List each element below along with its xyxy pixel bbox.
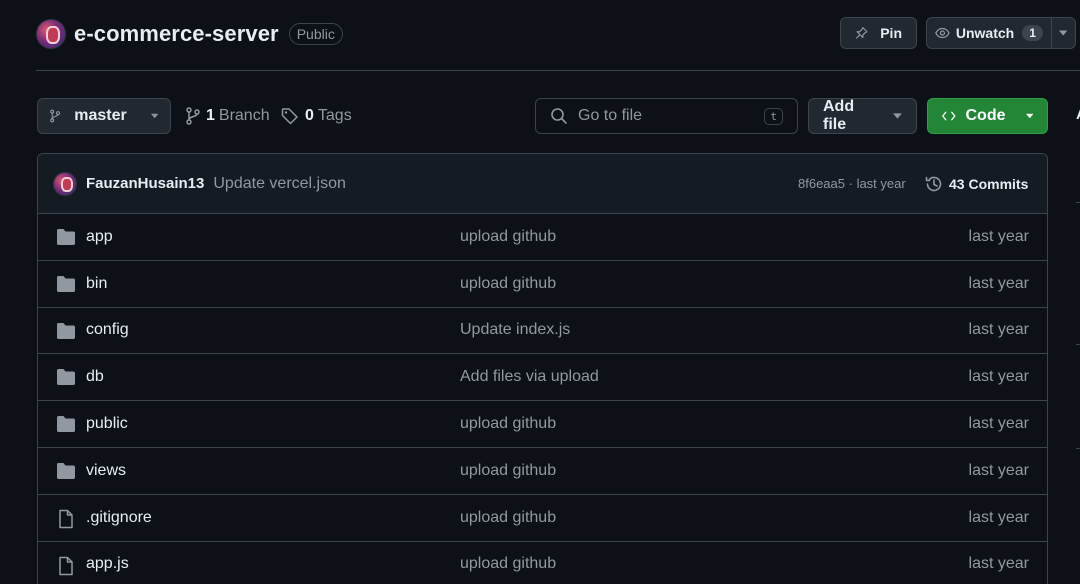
table-row[interactable]: app upload github last year <box>38 214 1047 261</box>
watch-divider <box>1050 18 1052 48</box>
branch-count: 1 <box>206 107 215 124</box>
sidebar-divider <box>1076 202 1080 203</box>
add-file-button[interactable]: Add file <box>808 98 917 134</box>
add-file-label: Add file <box>823 98 855 133</box>
commit-author[interactable]: FauzanHusain13 <box>86 175 204 192</box>
folder-icon <box>57 275 75 292</box>
file-name[interactable]: app <box>86 228 113 246</box>
file-name[interactable]: bin <box>86 275 107 293</box>
file-list: FauzanHusain13 Update vercel.json 8f6eaa… <box>37 153 1048 584</box>
sidebar-divider <box>1076 448 1080 449</box>
branch-label: Branch <box>218 107 270 124</box>
folder-icon <box>57 322 75 339</box>
file-commit-message[interactable]: upload github <box>460 555 556 573</box>
file-commit-message[interactable]: upload github <box>460 415 556 433</box>
file-commit-message[interactable]: upload github <box>460 275 556 293</box>
file-icon <box>59 509 73 529</box>
file-name[interactable]: public <box>86 415 128 433</box>
keyboard-shortcut-hint: t <box>764 107 783 125</box>
table-row[interactable]: app.js upload github last year <box>38 542 1047 584</box>
file-commit-message[interactable]: upload github <box>460 509 556 527</box>
commit-time: last year <box>856 176 906 191</box>
file-date: last year <box>968 227 1029 245</box>
commit-hash[interactable]: 8f6eaa5 <box>798 176 845 191</box>
branch-selector[interactable]: master <box>37 98 171 134</box>
search-icon <box>551 108 567 124</box>
tag-icon <box>281 108 298 125</box>
code-button[interactable]: Code <box>927 98 1048 134</box>
code-icon <box>942 111 956 121</box>
commits-link[interactable]: 43 Commits <box>925 175 1028 193</box>
file-name[interactable]: .gitignore <box>86 509 152 527</box>
go-to-file-placeholder: Go to file <box>578 107 643 124</box>
table-row[interactable]: db Add files via upload last year <box>38 354 1047 402</box>
file-icon <box>59 556 73 575</box>
watch-label: Unwatch <box>955 25 1015 41</box>
folder-icon <box>57 416 75 433</box>
folder-icon <box>57 462 75 479</box>
branch-name: master <box>74 107 127 124</box>
file-name[interactable]: config <box>86 321 129 339</box>
file-date: last year <box>968 415 1029 433</box>
sidebar-heading-fragment: A <box>1076 106 1080 123</box>
pin-button[interactable]: Pin <box>840 17 917 49</box>
file-date: last year <box>968 555 1029 573</box>
file-commit-message[interactable]: Add files via upload <box>460 368 599 386</box>
table-row[interactable]: bin upload github last year <box>38 261 1047 308</box>
table-row[interactable]: views upload github last year <box>38 448 1047 495</box>
repo-name[interactable]: e-commerce-server <box>74 21 279 47</box>
file-rows: app upload github last year bin upload g… <box>38 214 1047 584</box>
table-row[interactable]: config Update index.js last year <box>38 308 1047 355</box>
commit-count: 43 Commits <box>949 175 1029 192</box>
pin-label: Pin <box>880 25 902 41</box>
file-commit-message[interactable]: upload github <box>460 462 556 480</box>
file-name[interactable]: db <box>86 368 104 386</box>
file-date: last year <box>968 461 1029 479</box>
chevron-down-icon <box>1025 113 1033 119</box>
chevron-down-icon[interactable] <box>1058 30 1067 36</box>
folder-icon <box>57 229 75 245</box>
pin-icon <box>855 27 868 39</box>
about-sidebar-edge: A <box>1072 98 1080 584</box>
git-branch-icon <box>50 109 61 123</box>
file-date: last year <box>968 274 1029 292</box>
commit-message[interactable]: Update vercel.json <box>213 175 346 193</box>
chevron-down-icon <box>150 113 158 119</box>
file-date: last year <box>968 368 1029 386</box>
author-avatar[interactable] <box>53 171 77 196</box>
file-name[interactable]: views <box>86 462 126 480</box>
code-label: Code <box>965 107 1006 124</box>
history-icon <box>925 176 942 191</box>
tag-count: 0 <box>305 107 314 124</box>
go-to-file-input[interactable]: Go to file t <box>535 98 798 134</box>
git-branch-icon <box>186 107 200 125</box>
branches-link[interactable]: 1 Branch <box>186 98 270 134</box>
commit-meta: 8f6eaa5 · last year <box>798 176 906 191</box>
sidebar-divider <box>1076 344 1080 345</box>
tag-label: Tags <box>317 107 352 124</box>
repo-header: e-commerce-server Public <box>36 18 1080 50</box>
header-divider <box>36 70 1080 71</box>
table-row[interactable]: public upload github last year <box>38 401 1047 448</box>
tags-link[interactable]: 0 Tags <box>281 98 352 134</box>
file-commit-message[interactable]: Update index.js <box>460 321 570 339</box>
table-row[interactable]: .gitignore upload github last year <box>38 495 1047 542</box>
latest-commit-bar: FauzanHusain13 Update vercel.json 8f6eaa… <box>38 154 1047 214</box>
file-commit-message[interactable]: upload github <box>460 228 556 246</box>
eye-icon <box>935 27 950 39</box>
folder-icon <box>57 369 75 386</box>
visibility-badge: Public <box>288 23 343 45</box>
file-date: last year <box>968 321 1029 339</box>
owner-avatar[interactable] <box>36 19 66 49</box>
chevron-down-icon <box>893 113 902 119</box>
watch-button[interactable]: Unwatch 1 <box>926 17 1076 49</box>
file-name[interactable]: app.js <box>86 555 129 573</box>
watch-count: 1 <box>1022 25 1043 41</box>
file-date: last year <box>968 508 1029 526</box>
file-toolbar: master 1 Branch 0 Tags Go to file t Add … <box>0 98 1080 134</box>
